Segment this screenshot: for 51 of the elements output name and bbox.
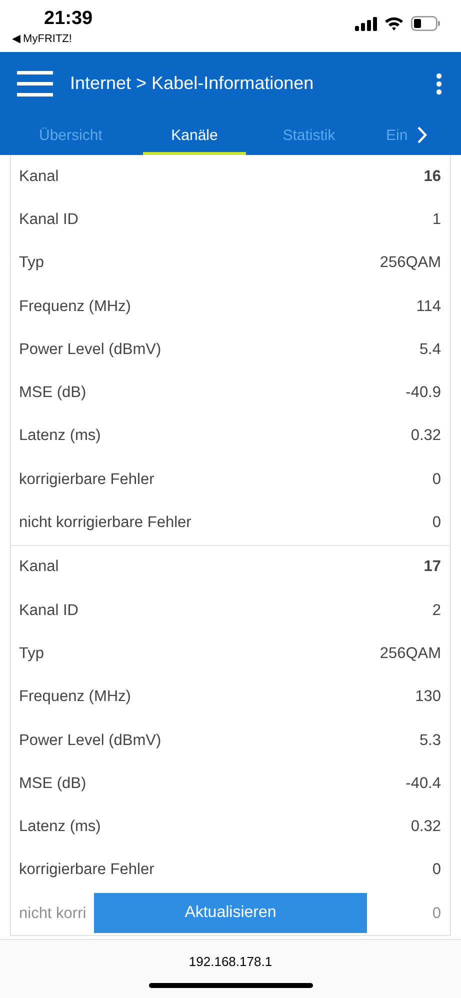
more-icon[interactable]	[436, 72, 442, 94]
field-label: nicht korri	[19, 904, 86, 923]
field-label: korrigierbare Fehler	[19, 861, 154, 880]
field-value: 17	[424, 558, 441, 576]
field-value: 114	[416, 298, 441, 316]
page-title: Internet > Kabel-Informationen	[70, 73, 315, 94]
field-value: 130	[415, 688, 441, 706]
status-time: 21:39	[44, 8, 93, 30]
field-label: korrigierbare Fehler	[19, 470, 154, 489]
field-value: -40.4	[406, 774, 441, 793]
field-label: Frequenz (MHz)	[19, 298, 131, 316]
field-label: Frequenz (MHz)	[19, 688, 131, 706]
field-label: Kanal ID	[19, 210, 78, 229]
field-value: 1	[432, 210, 441, 229]
field-value: 0.32	[410, 818, 441, 836]
field-label: Kanal	[19, 168, 59, 186]
back-link[interactable]: ◀ MyFRITZ!	[12, 32, 72, 46]
field-label: Typ	[19, 254, 44, 272]
field-label: Kanal ID	[19, 602, 78, 620]
field-value: 0	[432, 514, 441, 532]
menu-icon[interactable]	[17, 70, 53, 96]
field-label: Kanal	[19, 558, 59, 576]
field-value: 0	[432, 904, 441, 923]
refresh-button[interactable]: Aktualisieren	[94, 893, 367, 933]
field-value: 0	[432, 470, 441, 489]
field-value: 2	[432, 602, 441, 620]
tab[interactable]: Kanäle	[143, 115, 246, 155]
field-label: Typ	[19, 644, 44, 663]
field-value: 5.3	[419, 732, 441, 750]
field-value: 256QAM	[380, 254, 441, 272]
field-value: 256QAM	[380, 644, 441, 663]
field-label: Power Level (dBmV)	[19, 732, 162, 750]
tab[interactable]: Übersicht	[20, 115, 127, 155]
field-label: Power Level (dBmV)	[19, 340, 162, 359]
field-value: -40.9	[406, 384, 441, 402]
battery-icon	[411, 16, 441, 31]
wifi-icon	[384, 16, 404, 31]
field-label: MSE (dB)	[19, 774, 86, 793]
field-label: Latenz (ms)	[19, 818, 101, 836]
field-value: 0	[432, 861, 441, 880]
chevron-right-icon[interactable]	[416, 126, 427, 144]
field-value: 5.4	[419, 340, 441, 359]
field-label: nicht korrigierbare Fehler	[19, 514, 192, 532]
field-label: MSE (dB)	[19, 384, 86, 402]
field-label: Latenz (ms)	[19, 427, 101, 446]
field-value: 0.32	[410, 427, 441, 446]
tab[interactable]: Statistik	[258, 115, 360, 155]
field-value: 16	[424, 168, 441, 186]
signal-icon	[355, 16, 377, 30]
url-text: 192.168.178.1	[188, 954, 272, 969]
tab[interactable]: Ein	[386, 115, 408, 155]
